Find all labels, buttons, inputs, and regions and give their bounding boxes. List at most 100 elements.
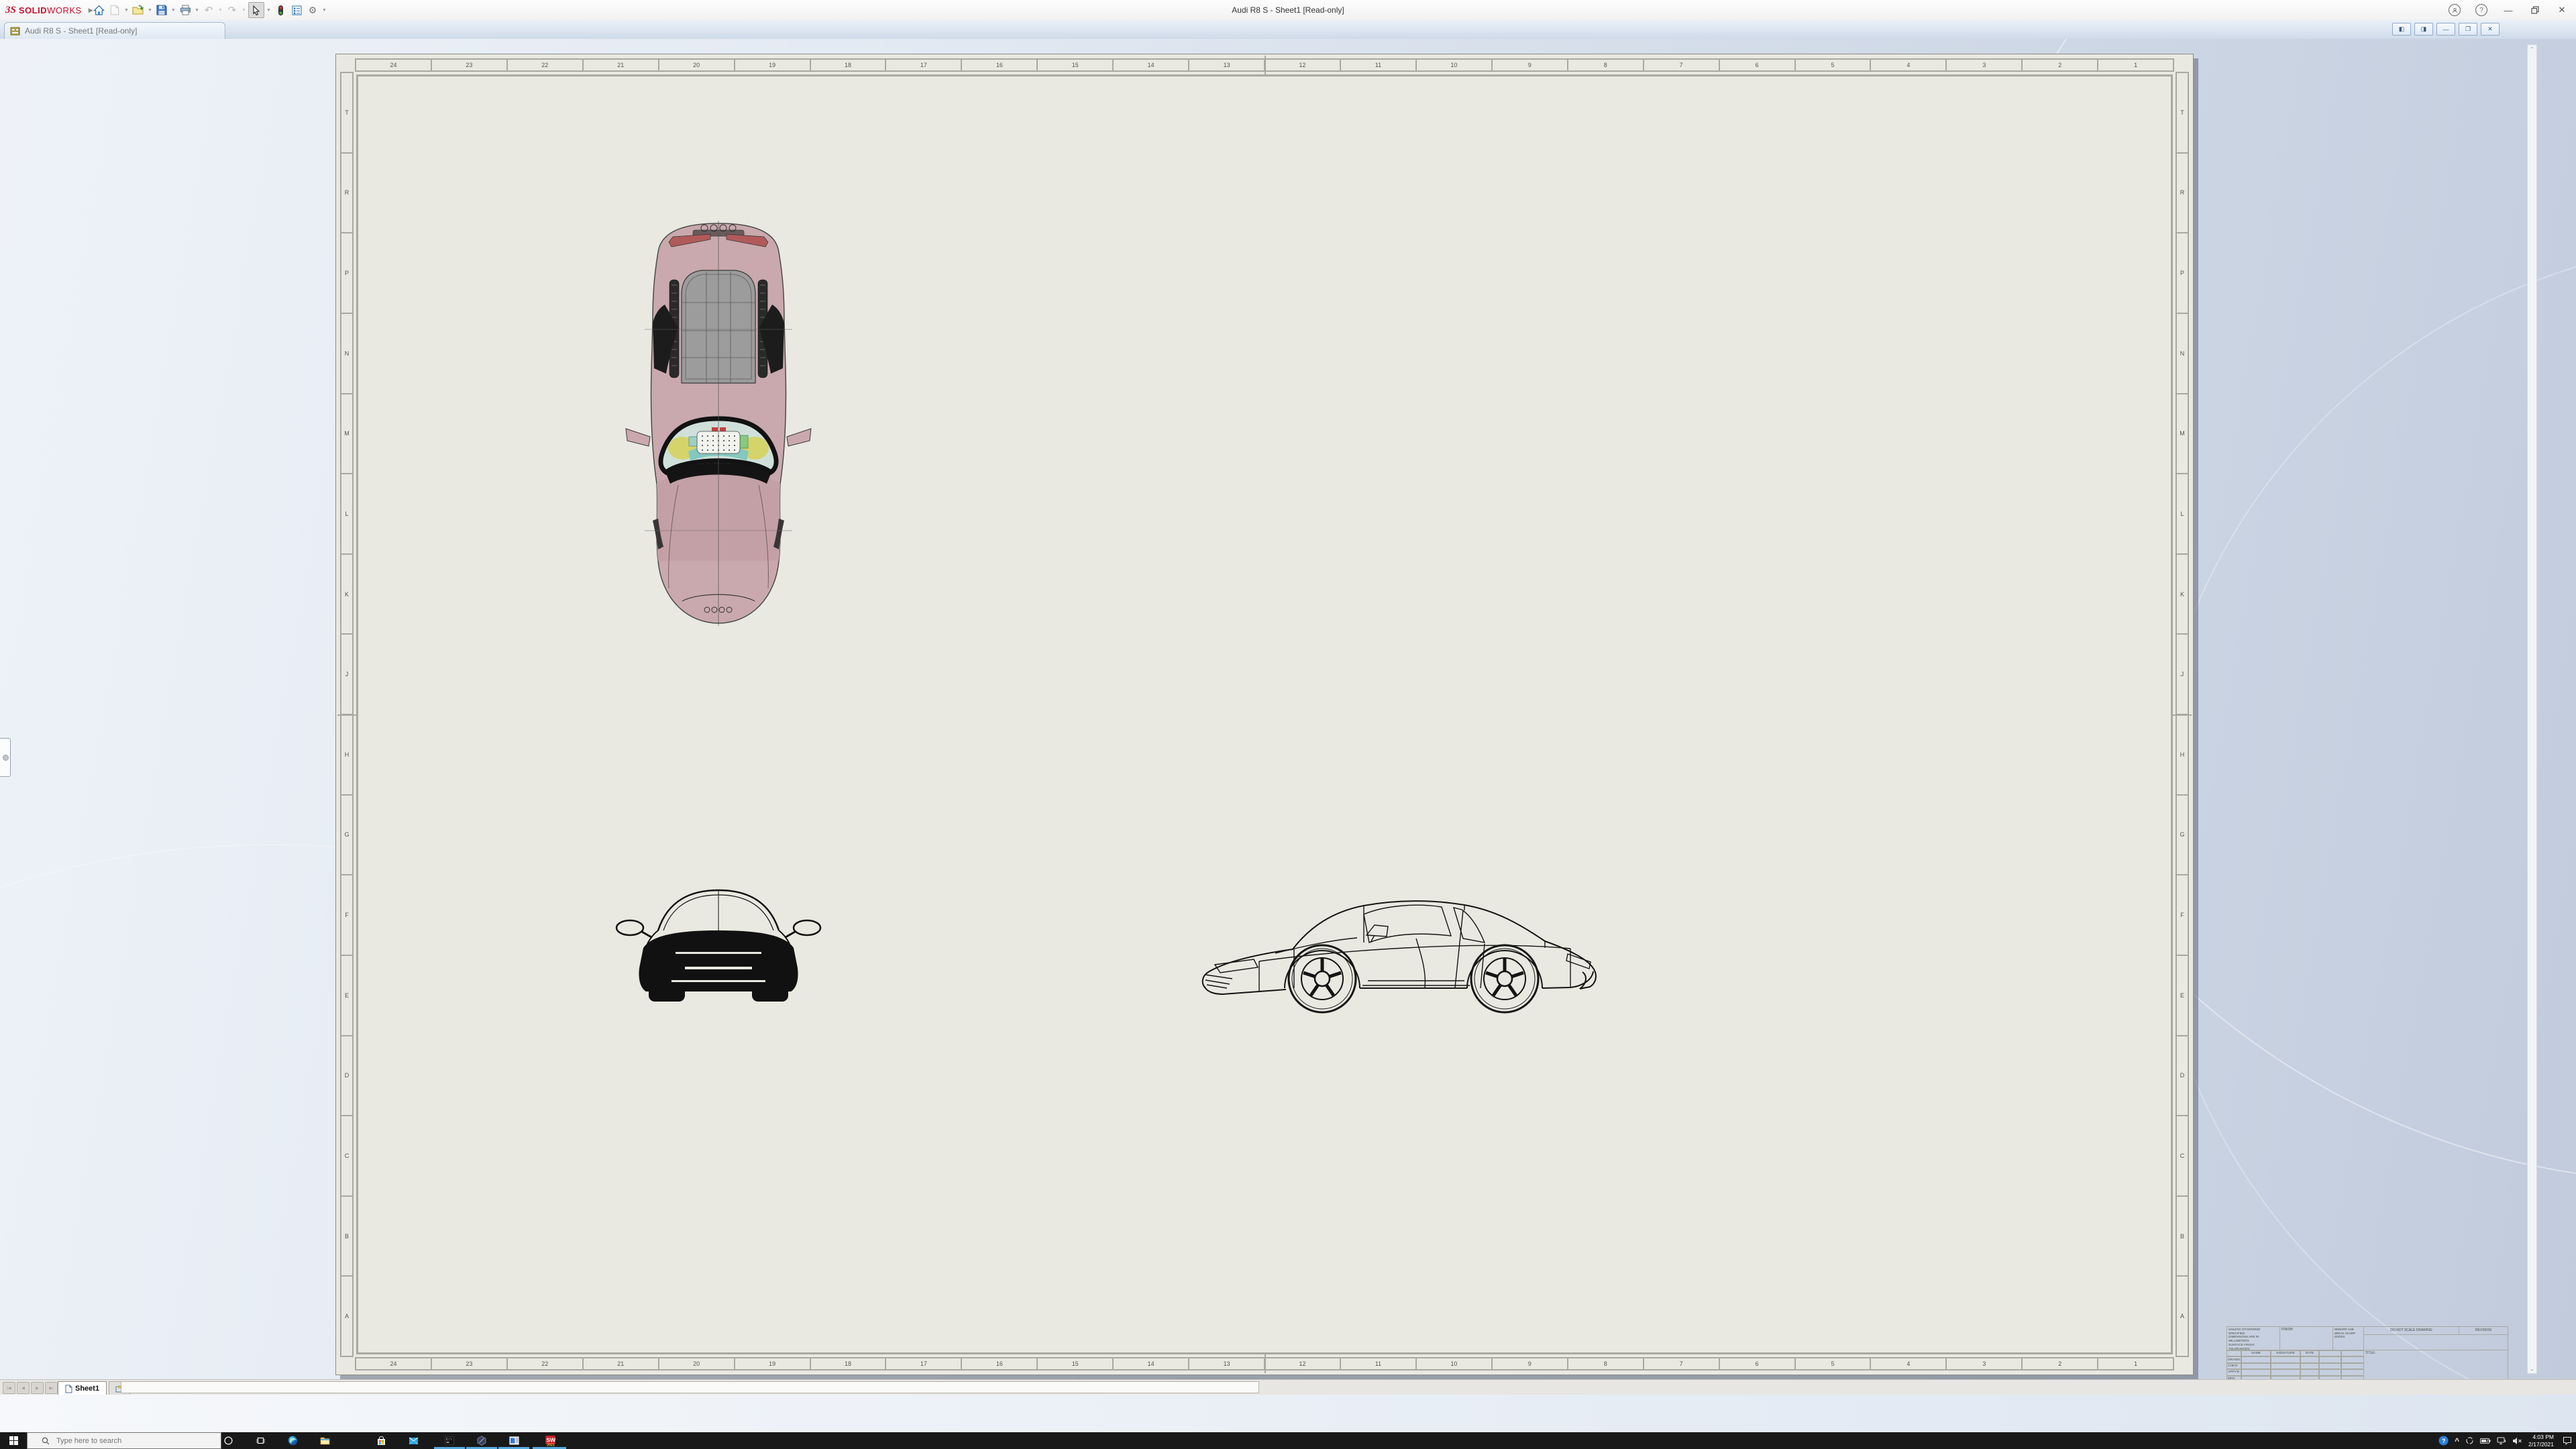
undo-caret-icon[interactable]: ▼ (217, 8, 223, 13)
options-caret-icon[interactable]: ▼ (321, 8, 327, 13)
undo-icon[interactable]: ↶ (201, 3, 216, 17)
title-block: UNLESS OTHERWISE SPECIFIED: DIMENSIONS A… (2226, 1326, 2508, 1379)
featuremanager-flyout-tab[interactable] (0, 738, 11, 777)
front-view[interactable] (611, 866, 826, 1014)
zone-label: D (341, 1035, 352, 1116)
zone-label: 6 (1719, 60, 1794, 70)
zone-label: 18 (810, 60, 885, 70)
drawing-sheet[interactable]: 242322212019181716151413121110987654321 … (335, 54, 2194, 1375)
new-document-icon[interactable] (107, 3, 122, 17)
zone-label: G (2177, 794, 2188, 875)
zone-label: 24 (356, 1358, 431, 1369)
taskbar-search[interactable] (27, 1432, 221, 1449)
print-caret-icon[interactable]: ▼ (194, 8, 200, 13)
print-icon[interactable] (178, 3, 193, 17)
zone-label: 11 (1340, 60, 1415, 70)
pane-right-button[interactable]: ◨ (2414, 23, 2433, 36)
zone-label: 21 (582, 1358, 658, 1369)
mail-icon[interactable] (405, 1432, 421, 1449)
next-sheet-button[interactable]: ▶ (31, 1382, 44, 1394)
display-states-icon[interactable] (273, 3, 288, 17)
open-icon[interactable] (131, 3, 146, 17)
start-button[interactable] (4, 1432, 23, 1449)
task-view-icon[interactable] (252, 1432, 268, 1449)
select-caret-icon[interactable]: ▼ (266, 8, 272, 13)
last-sheet-button[interactable]: ▶| (45, 1382, 58, 1394)
help-icon[interactable]: ? (2471, 2, 2491, 18)
save-icon[interactable] (154, 3, 169, 17)
help-bubble-icon[interactable]: ? (2438, 1436, 2449, 1446)
open-caret-icon[interactable]: ▼ (147, 8, 153, 13)
home-icon[interactable] (91, 3, 106, 17)
title-bar: 3S SOLIDWORKS ▶ ▼ ▼ ▼ ▼ ↶ ▼ ↷ ▼ (0, 0, 2576, 21)
network-icon[interactable] (2497, 1437, 2506, 1445)
close-button[interactable]: ✕ (2552, 2, 2572, 18)
file-explorer-icon[interactable] (317, 1432, 333, 1449)
approvals-cell (2271, 1369, 2300, 1375)
scroll-up-icon[interactable]: ⌃ (2528, 46, 2536, 52)
cortana-icon[interactable] (220, 1432, 236, 1449)
doc-minimize-button[interactable]: — (2436, 23, 2455, 36)
doc-close-button[interactable]: ✕ (2481, 23, 2500, 36)
doc-restore-button[interactable]: ❐ (2459, 23, 2477, 36)
zone-label: 9 (1491, 1358, 1567, 1369)
select-tool-button[interactable] (248, 2, 264, 18)
approvals-cell (2300, 1363, 2319, 1369)
zone-label: N (2177, 313, 2188, 393)
first-sheet-button[interactable]: |◀ (3, 1382, 15, 1394)
taskbar-clock[interactable]: 4:03 PM 2/17/2021 (2528, 1434, 2554, 1448)
restore-button[interactable] (2525, 2, 2545, 18)
zone-label: 23 (431, 1358, 506, 1369)
login-icon[interactable] (2445, 2, 2465, 18)
top-view[interactable] (618, 215, 819, 631)
clock-date: 2/17/2021 (2528, 1441, 2554, 1448)
zone-label: 2 (2021, 60, 2097, 70)
approvals-cell: SIGNATURE (2271, 1350, 2300, 1356)
prev-sheet-button[interactable]: ◀ (17, 1382, 30, 1394)
properties-icon[interactable] (289, 3, 304, 17)
zone-label: N (341, 313, 352, 393)
zone-label: 22 (506, 1358, 582, 1369)
pane-left-button[interactable]: ◧ (2392, 23, 2411, 36)
minimize-button[interactable]: — (2498, 2, 2518, 18)
zone-label: B (2177, 1195, 2188, 1276)
side-view[interactable] (1195, 873, 1611, 1020)
zone-label: A (341, 1275, 352, 1356)
options-gear-icon[interactable]: ⚙ (305, 3, 320, 17)
svg-text:SW: SW (546, 1437, 556, 1444)
document-tab[interactable]: Audi R8 S - Sheet1 [Read-only] (4, 22, 225, 39)
redo-caret-icon[interactable]: ▼ (241, 8, 247, 13)
approvals-cell: DATE (2300, 1350, 2319, 1356)
document-window-controls: ◧ ◨ — ❐ ✕ (2392, 23, 2500, 36)
volume-muted-icon[interactable] (2512, 1437, 2522, 1445)
center-mark (1265, 56, 1266, 74)
approvals-cell (2319, 1356, 2341, 1362)
sheet-tab-active[interactable]: Sheet1 (58, 1381, 107, 1395)
save-caret-icon[interactable]: ▼ (170, 8, 176, 13)
zone-label: T (2177, 73, 2188, 152)
search-input[interactable] (55, 1436, 212, 1446)
center-mark (1265, 1354, 1266, 1373)
zone-label: 16 (961, 1358, 1036, 1369)
approvals-cell (2226, 1350, 2241, 1356)
solidworks-logo[interactable]: 3S SOLIDWORKS ▶ (5, 3, 93, 17)
zone-label: 7 (1643, 60, 1719, 70)
graphics-area[interactable]: 242322212019181716151413121110987654321 … (0, 39, 2576, 1379)
vertical-scrollbar[interactable]: ⌃ ⌄ (2527, 44, 2537, 1374)
battery-icon[interactable] (2480, 1438, 2491, 1444)
ms-store-icon[interactable] (373, 1432, 389, 1449)
tray-expand-icon[interactable]: ^ (2455, 1436, 2459, 1446)
zone-label: K (341, 553, 352, 634)
redo-icon[interactable]: ↷ (225, 3, 239, 17)
edge-icon[interactable] (284, 1432, 301, 1449)
action-center-icon[interactable] (2563, 1436, 2572, 1445)
scroll-down-icon[interactable]: ⌄ (2528, 1366, 2536, 1372)
zone-label: 24 (356, 60, 431, 70)
zone-label: J (2177, 633, 2188, 714)
onedrive-icon[interactable] (2465, 1436, 2474, 1445)
new-caret-icon[interactable]: ▼ (123, 8, 129, 13)
sheet-icon (65, 1385, 72, 1393)
horizontal-scrollbar-thumb[interactable] (121, 1381, 1259, 1393)
zone-label: 14 (1112, 1358, 1188, 1369)
zone-label: 4 (1870, 1358, 1945, 1369)
